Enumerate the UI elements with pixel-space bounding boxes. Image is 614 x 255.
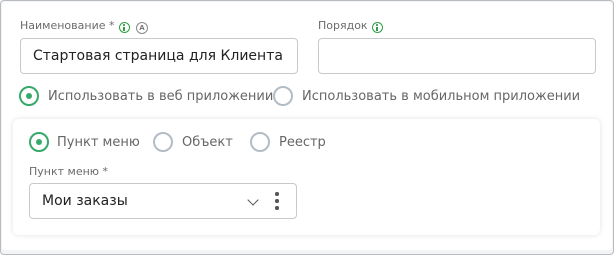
form-card: Наименование * A Стартовая страница для … bbox=[0, 0, 614, 255]
order-label: Порядок bbox=[318, 19, 368, 32]
kebab-menu-icon[interactable] bbox=[274, 192, 280, 212]
radio-object[interactable] bbox=[153, 132, 173, 152]
name-label: Наименование * bbox=[20, 19, 115, 32]
radio-registry[interactable] bbox=[250, 132, 270, 152]
menu-item-label: Пункт меню * bbox=[29, 165, 109, 178]
name-input[interactable]: Стартовая страница для Клиента bbox=[20, 38, 298, 74]
order-input[interactable] bbox=[318, 38, 596, 74]
auto-a-icon[interactable]: A bbox=[136, 22, 148, 34]
radio-registry-label[interactable]: Реестр bbox=[279, 135, 326, 150]
menu-item-value: Мои заказы bbox=[42, 193, 128, 209]
radio-mobile-app-label[interactable]: Использовать в мобильном приложении bbox=[302, 89, 580, 104]
radio-web-app[interactable] bbox=[19, 86, 39, 106]
radio-mobile-app[interactable] bbox=[273, 86, 293, 106]
radio-menu-item-label[interactable]: Пункт меню bbox=[57, 135, 140, 150]
info-icon[interactable] bbox=[119, 22, 130, 33]
chevron-down-icon[interactable] bbox=[247, 194, 259, 206]
radio-web-app-label[interactable]: Использовать в веб приложении bbox=[48, 89, 273, 104]
menu-item-select[interactable]: Мои заказы bbox=[29, 183, 297, 219]
radio-menu-item[interactable] bbox=[29, 132, 49, 152]
info-icon[interactable] bbox=[372, 22, 383, 33]
radio-object-label[interactable]: Объект bbox=[182, 135, 233, 150]
